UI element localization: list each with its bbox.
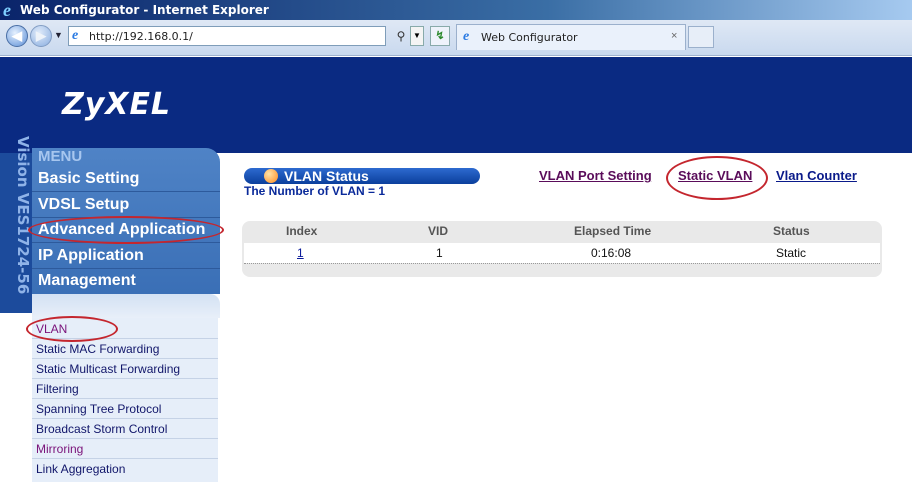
menu-item-management[interactable]: Management: [38, 272, 136, 290]
device-label: Vision VES1724-56: [8, 136, 32, 298]
back-button[interactable]: ◀: [6, 25, 28, 47]
submenu-divider: [32, 358, 218, 359]
ie-logo-icon: e: [3, 0, 11, 20]
window-titlebar: e Web Configurator - Internet Explorer: [0, 0, 912, 20]
forward-button[interactable]: ▶: [30, 25, 52, 47]
ie-tab-icon: e: [463, 29, 470, 44]
menu-item-ip-application[interactable]: IP Application: [38, 247, 144, 265]
row-status: Static: [776, 246, 807, 260]
submenu-item-filtering[interactable]: Filtering: [36, 382, 79, 396]
submenu-item-static-mac-forwarding[interactable]: Static MAC Forwarding: [36, 342, 159, 356]
arrow-left-icon: ◀: [12, 28, 22, 43]
close-tab-icon[interactable]: ×: [671, 30, 677, 42]
submenu-divider: [32, 438, 218, 439]
submenu-header: [32, 294, 220, 318]
submenu-divider: [32, 418, 218, 419]
tab-label: Web Configurator: [481, 31, 578, 44]
address-dropdown-icon[interactable]: ▼: [410, 26, 424, 46]
zyxel-logo: ZyXEL: [62, 87, 172, 122]
window-title: Web Configurator - Internet Explorer: [20, 3, 269, 17]
row-elapsed-time: 0:16:08: [591, 246, 632, 260]
vlan-status-title: VLAN Status: [284, 168, 369, 184]
submenu-item-broadcast-storm-control[interactable]: Broadcast Storm Control: [36, 422, 167, 436]
vlan-count-text: The Number of VLAN = 1: [244, 184, 386, 198]
submenu-item-static-multicast-forwarding[interactable]: Static Multicast Forwarding: [36, 362, 180, 376]
column-header-elapsed-time: Elapsed Time: [574, 224, 652, 238]
url-text[interactable]: http://192.168.0.1/: [89, 30, 193, 43]
row-index-link[interactable]: 1: [297, 246, 304, 260]
row-divider: [244, 263, 880, 264]
menu-item-basic-setting[interactable]: Basic Setting: [38, 170, 139, 188]
submenu-item-spanning-tree-protocol[interactable]: Spanning Tree Protocol: [36, 402, 161, 416]
column-header-status: Status: [773, 224, 810, 238]
highlight-static-vlan: [666, 156, 768, 200]
tab-web-configurator[interactable]: e Web Configurator ×: [456, 24, 686, 50]
menu-divider: [32, 191, 220, 192]
search-icon[interactable]: ⚲: [392, 26, 410, 46]
row-vid: 1: [436, 246, 443, 260]
column-header-vid: VID: [428, 224, 449, 238]
menu-divider: [32, 268, 220, 269]
new-tab-button[interactable]: [688, 26, 714, 48]
menu-item-vdsl-setup[interactable]: VDSL Setup: [38, 196, 129, 214]
history-dropdown-icon[interactable]: ▼: [54, 30, 63, 40]
menu-title: MENU: [38, 148, 83, 165]
highlight-advanced-application: [28, 216, 224, 244]
arrow-right-icon: ▶: [36, 28, 46, 43]
page-header: ZyXEL: [0, 57, 912, 153]
status-orb-icon: [264, 169, 278, 183]
submenu-divider: [32, 378, 218, 379]
ie-page-icon: e: [72, 28, 79, 43]
submenu: VLAN Static MAC Forwarding Static Multic…: [32, 318, 218, 482]
submenu-item-mirroring[interactable]: Mirroring: [36, 442, 83, 456]
submenu-divider: [32, 398, 218, 399]
device-label-text: Vision VES1724-56: [14, 136, 32, 295]
vlan-counter-link[interactable]: Vlan Counter: [776, 168, 857, 183]
vlan-port-setting-link[interactable]: VLAN Port Setting: [539, 168, 652, 183]
submenu-item-link-aggregation[interactable]: Link Aggregation: [36, 462, 125, 476]
highlight-vlan: [26, 316, 118, 342]
compat-view-icon[interactable]: ↯: [430, 26, 450, 46]
address-bar[interactable]: e http://192.168.0.1/: [68, 26, 386, 46]
vlan-status-banner: VLAN Status: [244, 168, 480, 184]
browser-toolbar: ◀ ▶ ▼ e http://192.168.0.1/ ⚲ ▼ ↯ e Web …: [0, 20, 912, 56]
submenu-divider: [32, 458, 218, 459]
column-header-index: Index: [286, 224, 318, 238]
